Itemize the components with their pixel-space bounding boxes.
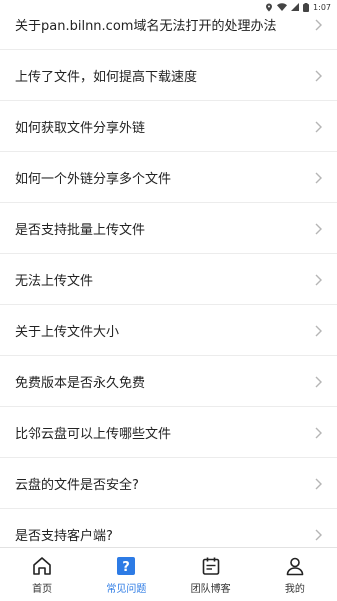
chevron-right-icon [313,426,323,440]
chevron-right-icon [313,324,323,338]
faq-item-label: 免费版本是否永久免费 [15,376,146,391]
tab-label: 团队博客 [190,584,231,595]
question-icon: ? [115,555,137,577]
bottom-tab-bar: 首页 ? 常见问题 团队博客 我的 [0,547,337,601]
faq-item[interactable]: 关于上传文件大小 [0,306,337,356]
tab-faq[interactable]: ? 常见问题 [84,548,168,601]
chevron-right-icon [313,375,323,389]
faq-item[interactable]: 比邻云盘可以上传哪些文件 [0,408,337,458]
faq-item-label: 是否支持客户端? [15,529,113,544]
chevron-right-icon [313,69,323,83]
chevron-right-icon [313,477,323,491]
faq-item-label: 比邻云盘可以上传哪些文件 [15,427,172,442]
faq-item-label: 上传了文件，如何提高下载速度 [15,70,198,85]
chevron-right-icon [313,528,323,542]
faq-item-label: 如何一个外链分享多个文件 [15,172,172,187]
tab-label: 首页 [32,584,53,595]
faq-item-label: 云盘的文件是否安全? [15,478,139,493]
chevron-right-icon [313,18,323,32]
faq-item[interactable]: 上传了文件，如何提高下载速度 [0,51,337,101]
chevron-right-icon [313,171,323,185]
chevron-right-icon [313,273,323,287]
faq-item[interactable]: 是否支持批量上传文件 [0,204,337,254]
faq-list: 关于pan.bilnn.com域名无法打开的处理办法 上传了文件，如何提高下载速… [0,0,337,547]
faq-item[interactable]: 关于pan.bilnn.com域名无法打开的处理办法 [0,0,337,50]
faq-item[interactable]: 是否支持客户端? [0,510,337,547]
faq-item[interactable]: 无法上传文件 [0,255,337,305]
chevron-right-icon [313,120,323,134]
calendar-icon [200,555,222,577]
tab-label: 常见问题 [106,584,147,595]
faq-item[interactable]: 云盘的文件是否安全? [0,459,337,509]
faq-item-label: 如何获取文件分享外链 [15,121,146,136]
tab-blog[interactable]: 团队博客 [169,548,253,601]
chevron-right-icon [313,222,323,236]
tab-home[interactable]: 首页 [0,548,84,601]
user-icon [284,555,306,577]
tab-mine[interactable]: 我的 [253,548,337,601]
tab-label: 我的 [284,584,305,595]
faq-item-label: 关于pan.bilnn.com域名无法打开的处理办法 [15,19,277,34]
home-icon [31,555,53,577]
faq-item[interactable]: 如何一个外链分享多个文件 [0,153,337,203]
faq-item[interactable]: 如何获取文件分享外链 [0,102,337,152]
faq-item-label: 是否支持批量上传文件 [15,223,146,238]
faq-item[interactable]: 免费版本是否永久免费 [0,357,337,407]
svg-text:?: ? [123,560,131,575]
faq-item-label: 关于上传文件大小 [15,325,120,340]
faq-item-label: 无法上传文件 [15,274,94,289]
